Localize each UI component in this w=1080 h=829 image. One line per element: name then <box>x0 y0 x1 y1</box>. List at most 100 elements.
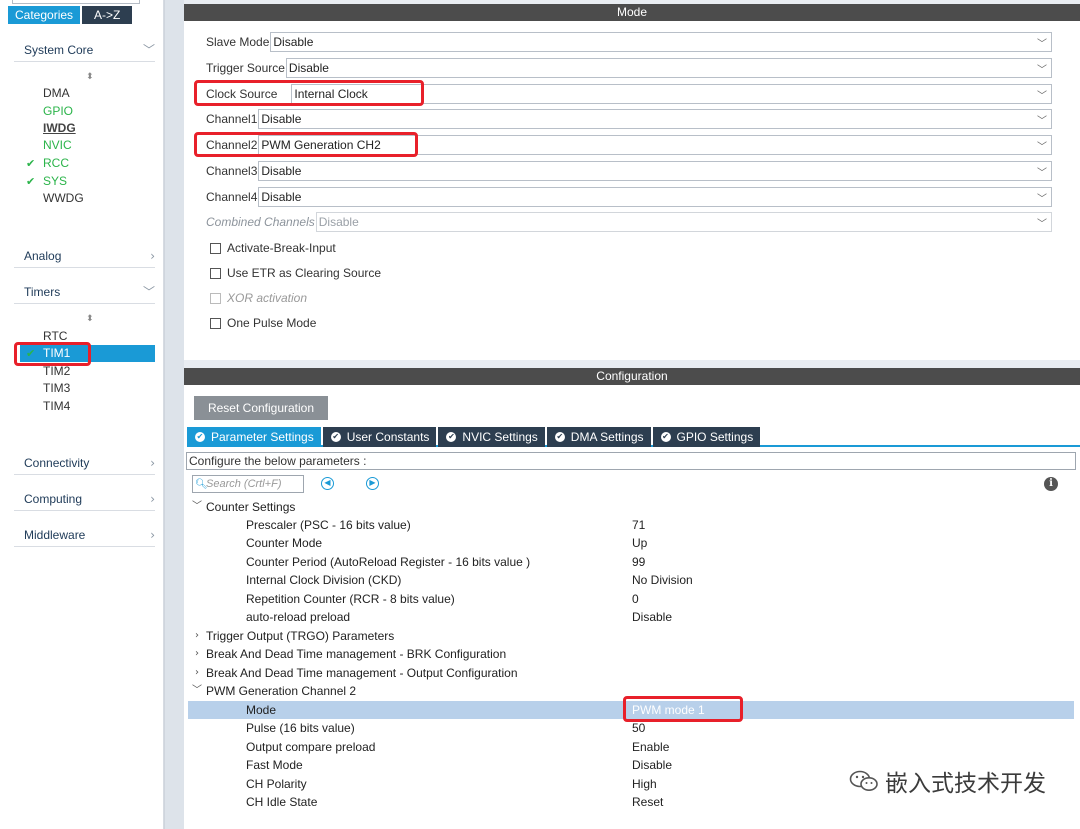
one-pulse-mode-checkbox[interactable]: One Pulse Mode <box>210 316 316 330</box>
chevron-right-icon: › <box>195 667 199 678</box>
category-system-core[interactable]: System Core ﹀ <box>14 38 155 62</box>
watermark: 嵌入式技术开发 <box>849 764 1046 798</box>
channel2-select[interactable]: PWM Generation CH2 ﹀ <box>258 135 1052 155</box>
clock-source-row: Clock Source Internal Clock ﹀ <box>206 83 1052 105</box>
tab-a-z[interactable]: A->Z <box>82 6 133 24</box>
mode-panel: Mode Slave Mode Disable ﹀ Trigger Source … <box>184 4 1080 360</box>
table-row[interactable]: Pulse (16 bits value) 50 <box>188 719 1074 737</box>
table-row[interactable]: Prescaler (PSC - 16 bits value) 71 <box>188 516 1074 534</box>
checkbox-box <box>210 317 221 329</box>
tab-categories[interactable]: Categories <box>8 6 81 24</box>
trigger-source-select[interactable]: Disable ﹀ <box>285 58 1052 78</box>
chevron-down-icon: ﹀ <box>192 685 202 696</box>
search-input[interactable]: 🔍︎ Search (Crtl+F) <box>192 475 304 493</box>
list-item-nvic[interactable]: NVIC <box>24 137 72 154</box>
chevron-down-icon: ﹀ <box>142 43 155 57</box>
chevron-right-icon: › <box>150 248 155 263</box>
slave-mode-select[interactable]: Disable ﹀ <box>270 32 1052 52</box>
category-label: Analog <box>24 248 62 263</box>
chevron-down-icon: ﹀ <box>1037 218 1047 230</box>
list-item-tim2[interactable]: TIM2 <box>24 363 70 380</box>
top-strip <box>12 0 140 4</box>
list-item-tim4[interactable]: TIM4 <box>24 398 70 415</box>
tree-group-output[interactable]: › Break And Dead Time management - Output… <box>188 664 1074 682</box>
configuration-panel: Configuration Reset Configuration ✔ Param… <box>184 368 1080 829</box>
sort-icon[interactable]: ⬍ <box>86 314 94 324</box>
channel4-select[interactable]: Disable ﹀ <box>258 187 1052 207</box>
table-row[interactable]: Counter Mode Up <box>188 534 1074 552</box>
list-item-tim1[interactable]: ✔ TIM1 <box>20 345 155 362</box>
list-item-gpio[interactable]: GPIO <box>24 103 73 120</box>
list-item-rtc[interactable]: RTC <box>24 328 67 345</box>
chevron-down-icon: ﹀ <box>1037 38 1047 50</box>
sort-icon[interactable]: ⬍ <box>86 72 94 82</box>
chevron-down-icon: ﹀ <box>1037 115 1047 127</box>
search-icon: 🔍︎ <box>195 479 208 490</box>
checkbox-box <box>210 242 221 254</box>
channel2-row: Channel2 PWM Generation CH2 ﹀ <box>206 134 1052 156</box>
chevron-right-icon: › <box>150 455 155 470</box>
tab-dma-settings[interactable]: ✔ DMA Settings <box>546 427 651 447</box>
table-row[interactable]: Output compare preload Enable <box>188 738 1074 756</box>
category-tabs: Categories A->Z <box>8 6 133 24</box>
field-label: Clock Source <box>206 87 278 101</box>
category-analog[interactable]: Analog › <box>14 244 155 268</box>
category-timers[interactable]: Timers ﹀ <box>14 280 155 304</box>
chevron-right-icon: › <box>150 527 155 542</box>
tab-nvic-settings[interactable]: ✔ NVIC Settings <box>438 427 545 447</box>
field-label: Channel2 <box>206 138 258 152</box>
list-item-tim3[interactable]: TIM3 <box>24 380 70 397</box>
reset-configuration-button[interactable]: Reset Configuration <box>194 396 328 420</box>
check-icon: ✔ <box>26 347 36 360</box>
category-middleware[interactable]: Middleware › <box>14 523 155 547</box>
tree-group-trgo[interactable]: › Trigger Output (TRGO) Parameters <box>188 627 1074 645</box>
chevron-down-icon: ﹀ <box>1037 90 1047 102</box>
check-icon: ✔ <box>26 157 36 170</box>
chevron-right-icon: › <box>195 630 199 641</box>
check-icon: ✔ <box>26 175 36 188</box>
channel3-row: Channel3 Disable ﹀ <box>206 160 1052 182</box>
channel3-select[interactable]: Disable ﹀ <box>258 161 1052 181</box>
table-row-selected[interactable]: Mode PWM mode 1 <box>188 701 1074 719</box>
category-panel: Categories A->Z System Core ﹀ ⬍ DMA GPIO… <box>0 0 164 829</box>
check-circle-icon: ✔ <box>660 432 671 442</box>
table-row[interactable]: Counter Period (AutoReload Register - 16… <box>188 553 1074 571</box>
tab-gpio-settings[interactable]: ✔ GPIO Settings <box>652 427 761 447</box>
category-connectivity[interactable]: Connectivity › <box>14 451 155 475</box>
slave-mode-row: Slave Mode Disable ﹀ <box>206 31 1052 53</box>
mode-title: Mode <box>184 4 1080 21</box>
category-label: Middleware <box>24 527 86 542</box>
activate-break-input-checkbox[interactable]: Activate-Break-Input <box>210 241 336 255</box>
category-label: Connectivity <box>24 455 90 470</box>
list-item-iwdg[interactable]: IWDG <box>24 120 76 137</box>
clock-source-select[interactable]: Internal Clock ﹀ <box>291 84 1052 104</box>
list-item-dma[interactable]: DMA <box>24 85 70 102</box>
list-item-wwdg[interactable]: WWDG <box>24 190 84 207</box>
tab-user-constants[interactable]: ✔ User Constants <box>322 427 437 447</box>
list-item-sys[interactable]: ✔ SYS <box>24 173 67 190</box>
table-row[interactable]: Internal Clock Division (CKD) No Division <box>188 571 1074 589</box>
check-circle-icon: ✔ <box>195 432 205 442</box>
table-row[interactable]: Repetition Counter (RCR - 8 bits value) 0 <box>188 590 1074 608</box>
previous-match-button[interactable]: ◀ <box>321 477 334 490</box>
field-label: Channel4 <box>206 190 258 204</box>
field-label: Channel1 <box>206 112 258 126</box>
channel4-row: Channel4 Disable ﹀ <box>206 186 1052 208</box>
table-row[interactable]: auto-reload preload Disable <box>188 608 1074 626</box>
tree-group-pwm-channel-2[interactable]: ﹀ PWM Generation Channel 2 <box>188 682 1074 700</box>
channel1-select[interactable]: Disable ﹀ <box>258 109 1052 129</box>
chevron-down-icon: ﹀ <box>1037 167 1047 179</box>
tree-group-counter-settings[interactable]: ﹀ Counter Settings <box>188 498 1074 516</box>
check-circle-icon: ✔ <box>554 432 565 442</box>
chevron-down-icon: ﹀ <box>192 501 202 512</box>
list-item-rcc[interactable]: ✔ RCC <box>24 155 69 172</box>
tab-parameter-settings[interactable]: ✔ Parameter Settings <box>187 427 321 447</box>
info-icon[interactable]: i <box>1044 477 1058 491</box>
splitter[interactable] <box>164 0 184 829</box>
category-computing[interactable]: Computing › <box>14 487 155 511</box>
use-etr-checkbox[interactable]: Use ETR as Clearing Source <box>210 266 381 280</box>
next-match-button[interactable]: ▶ <box>366 477 379 490</box>
category-label: System Core <box>24 42 94 57</box>
tree-group-brk[interactable]: › Break And Dead Time management - BRK Co… <box>188 645 1074 663</box>
check-circle-icon: ✔ <box>446 432 457 442</box>
